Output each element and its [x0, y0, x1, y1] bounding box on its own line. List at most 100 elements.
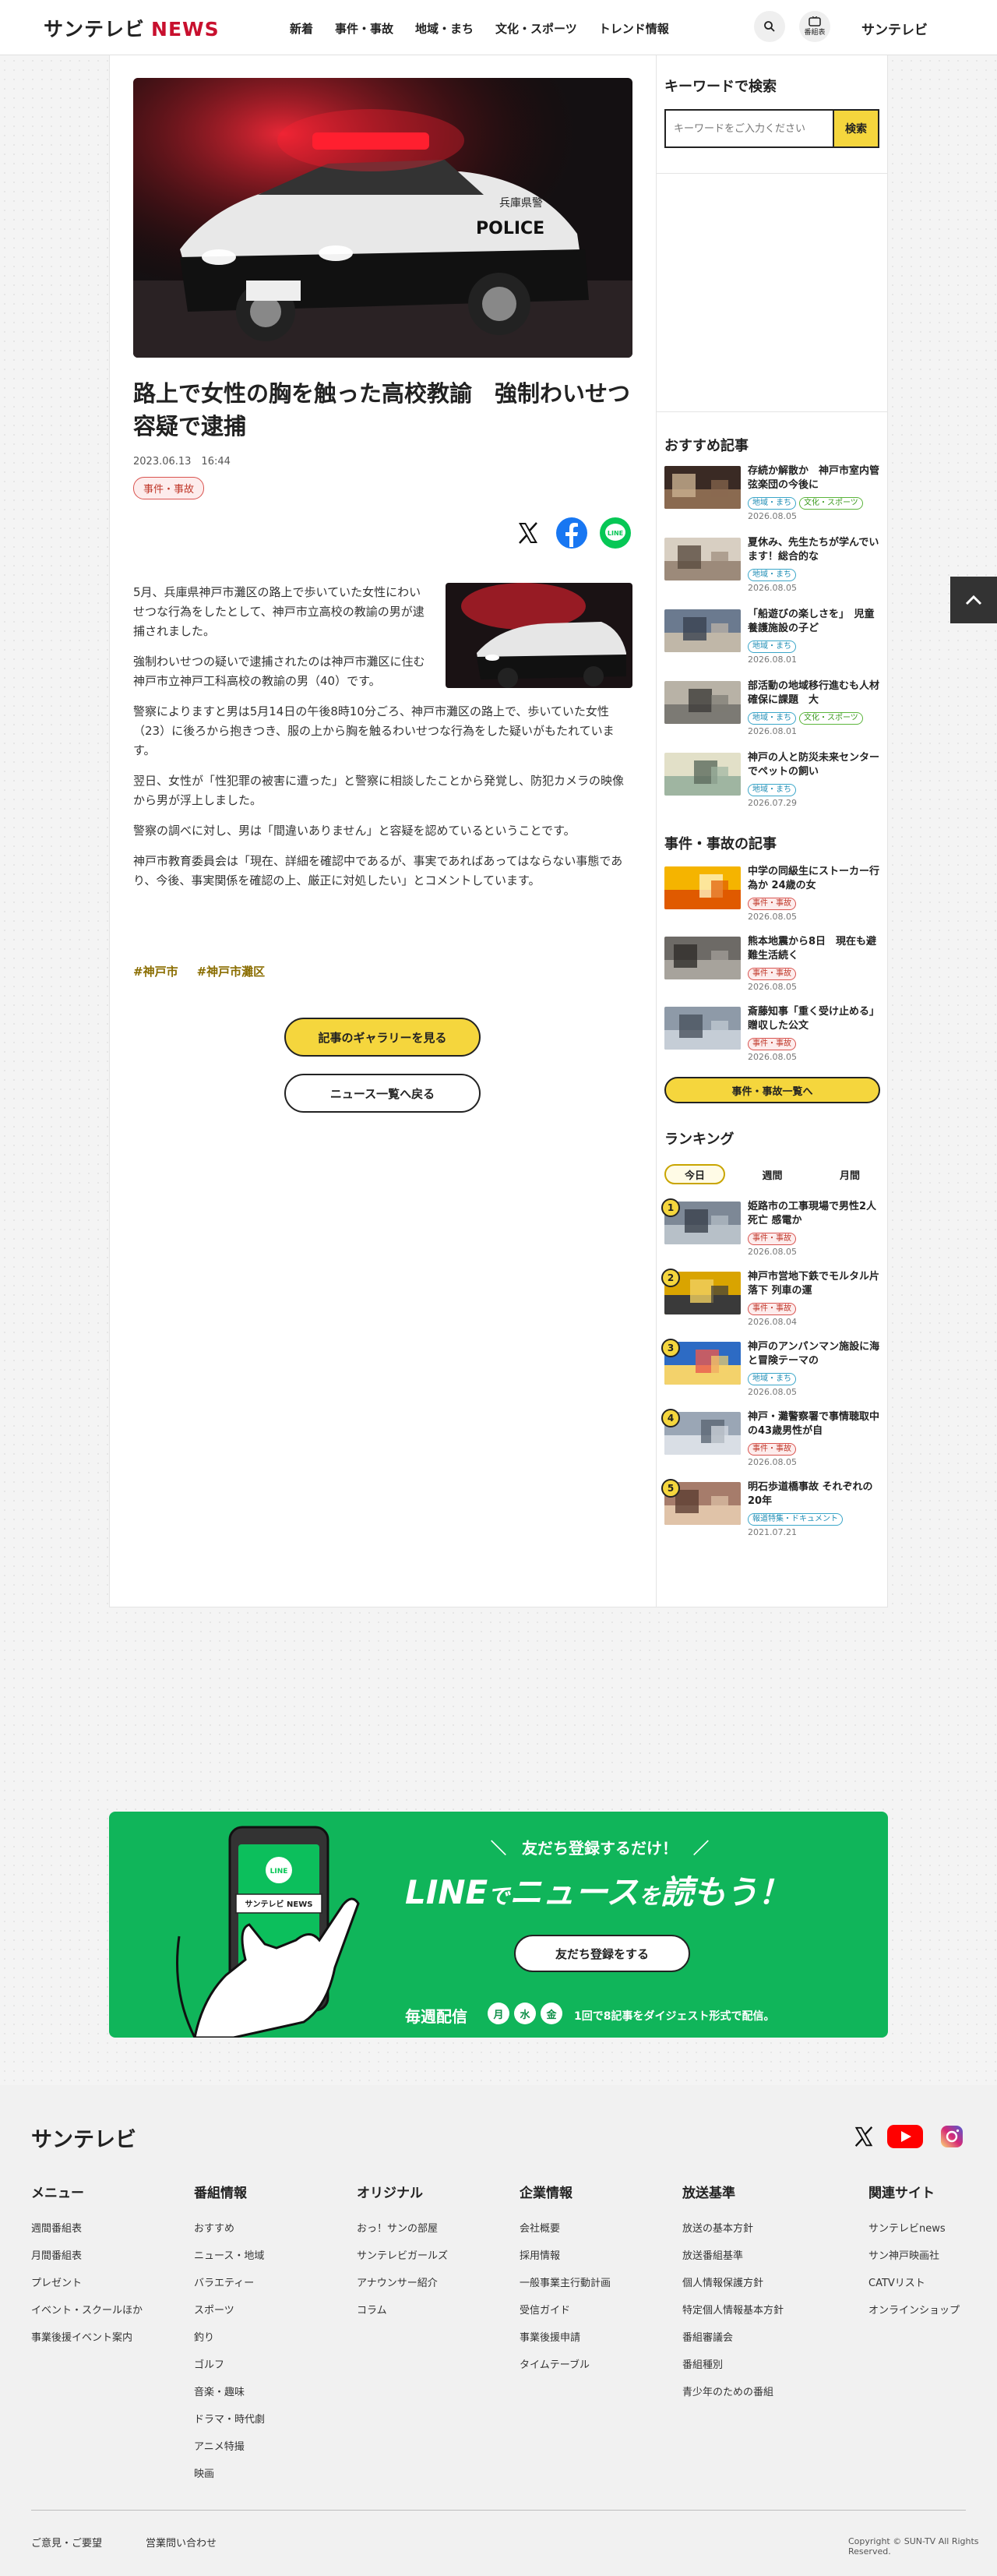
recommend-item[interactable]: 「船遊びの楽しさを」 児童養護施設の子ど 地域・まち 2026.08.01 [664, 609, 883, 672]
footer-link[interactable]: コラム [357, 2297, 448, 2324]
tab-weekly[interactable]: 週間 [742, 1164, 803, 1184]
tag-link[interactable]: #神戸市灘区 [197, 963, 266, 979]
ranking-item[interactable]: 1 姫路市の工事現場で男性2人死亡 感電か 事件・事故 2026.08.05 [661, 1198, 883, 1264]
nav-item-culture[interactable]: 文化・スポーツ [495, 20, 577, 37]
incident-item[interactable]: 中学の同級生にストーカー行為か 24歳の女 事件・事故 2026.08.05 [664, 866, 883, 929]
footer-link[interactable]: 事業後援イベント案内 [31, 2324, 143, 2352]
footer-link[interactable]: 釣り [194, 2324, 265, 2352]
recommend-item[interactable]: 神戸の人と防災未来センターでペットの飼い 地域・まち 2026.07.29 [664, 751, 883, 815]
article-link-title[interactable]: 熊本地震から8日 現在も避難生活続く [748, 935, 882, 963]
category-tag[interactable]: 事件・事故 [748, 1303, 796, 1315]
category-tag[interactable]: 事件・事故 [748, 898, 796, 910]
footer-sales-link[interactable]: 営業問い合わせ [146, 2535, 217, 2550]
footer-link[interactable]: バラエティー [194, 2270, 265, 2297]
category-tag[interactable]: 事件・事故 [748, 1233, 796, 1245]
recommend-item[interactable]: 部活動の地域移行進むも人材確保に課題 大地域・まち 文化・スポーツ 2026.08.… [664, 679, 883, 743]
footer-feedback-link[interactable]: ご意見・ご要望 [31, 2535, 102, 2550]
footer-link[interactable]: 放送の基本方針 [682, 2215, 784, 2243]
share-x-button[interactable] [513, 517, 544, 549]
footer-link[interactable]: スポーツ [194, 2297, 265, 2324]
share-facebook-button[interactable] [556, 517, 587, 549]
footer-link[interactable]: 特定個人情報基本方針 [682, 2297, 784, 2324]
footer-youtube-link[interactable] [886, 2123, 924, 2150]
nav-item-incident[interactable]: 事件・事故 [335, 20, 393, 37]
article-link-title[interactable]: 神戸・灘警察署で事情聴取中の43歳男性が自 [748, 1410, 882, 1438]
footer-link[interactable]: ニュース・地域 [194, 2243, 265, 2270]
footer-link[interactable]: おすすめ [194, 2215, 265, 2243]
footer-link[interactable]: タイムテーブル [520, 2352, 611, 2379]
footer-link[interactable]: 番組審議会 [682, 2324, 784, 2352]
share-line-button[interactable]: LINE [600, 517, 631, 549]
recommend-item[interactable]: 夏休み、先生たちが学んでいます！総合的な 地域・まち 2026.08.05 [664, 536, 883, 600]
footer-link[interactable]: オンラインショップ [868, 2297, 960, 2324]
incident-item[interactable]: 熊本地震から8日 現在も避難生活続く 事件・事故 2026.08.05 [664, 935, 883, 999]
suntv-logo-link[interactable]: サンテレビ [861, 19, 928, 38]
category-tag[interactable]: 事件・事故 [748, 968, 796, 980]
tab-monthly[interactable]: 月間 [819, 1164, 880, 1184]
footer-link[interactable]: 会社概要 [520, 2215, 611, 2243]
ranking-item[interactable]: 5 明石歩道橋事故 それぞれの20年 報道特集・ドキュメント 2021.07.21 [661, 1479, 883, 1544]
footer-link[interactable]: アナウンサー紹介 [357, 2270, 448, 2297]
incident-list-button[interactable]: 事件・事故一覧へ [664, 1077, 880, 1103]
article-link-title[interactable]: 明石歩道橋事故 それぞれの20年 [748, 1480, 882, 1509]
category-tag[interactable]: 事件・事故 [748, 1038, 796, 1050]
footer-link[interactable]: プレゼント [31, 2270, 143, 2297]
footer-link[interactable]: サンテレビガールズ [357, 2243, 448, 2270]
footer-link[interactable]: アニメ特撮 [194, 2433, 265, 2461]
footer-link[interactable]: おっ！サンの部屋 [357, 2215, 448, 2243]
category-tag[interactable]: 地域・まち [748, 640, 796, 653]
category-tag[interactable]: 地域・まち [748, 1373, 796, 1385]
inline-photo[interactable] [446, 583, 632, 688]
back-to-news-button[interactable]: ニュース一覧へ戻る [284, 1074, 481, 1113]
footer-link[interactable]: 事業後援申請 [520, 2324, 611, 2352]
recommend-item[interactable]: 存続か解散か 神戸市室内管弦楽団の今後に 地域・まち 文化・スポーツ 2026.08.… [664, 464, 883, 528]
footer-link[interactable]: 月間番組表 [31, 2243, 143, 2270]
category-tag[interactable]: 地域・まち [748, 497, 796, 510]
ranking-item[interactable]: 3 神戸のアンパンマン施設に海と冒険テーマの 地域・まち 2026.08.05 [661, 1339, 883, 1404]
footer-link[interactable]: 一般事業主行動計画 [520, 2270, 611, 2297]
nav-item-trend[interactable]: トレンド情報 [599, 20, 669, 37]
category-tag[interactable]: 文化・スポーツ [799, 712, 863, 725]
category-tag[interactable]: 報道特集・ドキュメント [748, 1513, 843, 1526]
article-link-title[interactable]: 「船遊びの楽しさを」 児童養護施設の子ど [748, 608, 882, 636]
footer-link[interactable]: イベント・スクールほか [31, 2297, 143, 2324]
footer-link[interactable]: 青少年のための番組 [682, 2379, 784, 2406]
footer-logo[interactable]: サンテレビ [31, 2123, 136, 2153]
category-tag[interactable]: 地域・まち [748, 569, 796, 581]
footer-x-link[interactable] [850, 2123, 878, 2150]
article-link-title[interactable]: 夏休み、先生たちが学んでいます！総合的な [748, 536, 882, 564]
keyword-search-input[interactable] [664, 109, 833, 148]
gallery-button[interactable]: 記事のギャラリーを見る [284, 1018, 481, 1057]
footer-instagram-link[interactable] [938, 2123, 966, 2150]
nav-item-area[interactable]: 地域・まち [415, 20, 474, 37]
footer-link[interactable]: 番組種別 [682, 2352, 784, 2379]
back-to-top-button[interactable] [950, 577, 997, 623]
nav-item-latest[interactable]: 新着 [290, 20, 313, 37]
search-button[interactable] [754, 11, 785, 42]
category-tag[interactable]: 地域・まち [748, 712, 796, 725]
footer-link[interactable]: CATVリスト [868, 2270, 960, 2297]
tag-link[interactable]: #神戸市 [133, 963, 178, 979]
footer-link[interactable]: 個人情報保護方針 [682, 2270, 784, 2297]
ranking-item[interactable]: 2 神戸市営地下鉄でモルタル片落下 列車の運 事件・事故 2026.08.04 [661, 1269, 883, 1334]
footer-link[interactable]: 映画 [194, 2461, 265, 2488]
category-tag[interactable]: 文化・スポーツ [799, 497, 863, 510]
article-link-title[interactable]: 姫路市の工事現場で男性2人死亡 感電か [748, 1200, 882, 1228]
category-tag[interactable]: 地域・まち [748, 784, 796, 796]
article-link-title[interactable]: 神戸の人と防災未来センターでペットの飼い [748, 751, 882, 779]
footer-link[interactable]: サンテレビnews [868, 2215, 960, 2243]
program-guide-button[interactable]: 番組表 [799, 11, 830, 42]
category-badge[interactable]: 事件・事故 [133, 477, 205, 499]
tab-today[interactable]: 今日 [664, 1164, 725, 1184]
footer-link[interactable]: 音楽・趣味 [194, 2379, 265, 2406]
line-add-friend-button[interactable]: 友だち登録をする [514, 1935, 690, 1972]
article-link-title[interactable]: 神戸のアンパンマン施設に海と冒険テーマの [748, 1340, 882, 1368]
category-tag[interactable]: 事件・事故 [748, 1443, 796, 1456]
article-link-title[interactable]: 部活動の地域移行進むも人材確保に課題 大 [748, 679, 882, 708]
footer-link[interactable]: 放送番組基準 [682, 2243, 784, 2270]
article-link-title[interactable]: 存続か解散か 神戸市室内管弦楽団の今後に [748, 464, 882, 492]
footer-link[interactable]: 週間番組表 [31, 2215, 143, 2243]
keyword-search-button[interactable]: 検索 [833, 109, 879, 148]
site-logo[interactable]: サンテレビ NEWS [44, 14, 220, 42]
footer-link[interactable]: ゴルフ [194, 2352, 265, 2379]
